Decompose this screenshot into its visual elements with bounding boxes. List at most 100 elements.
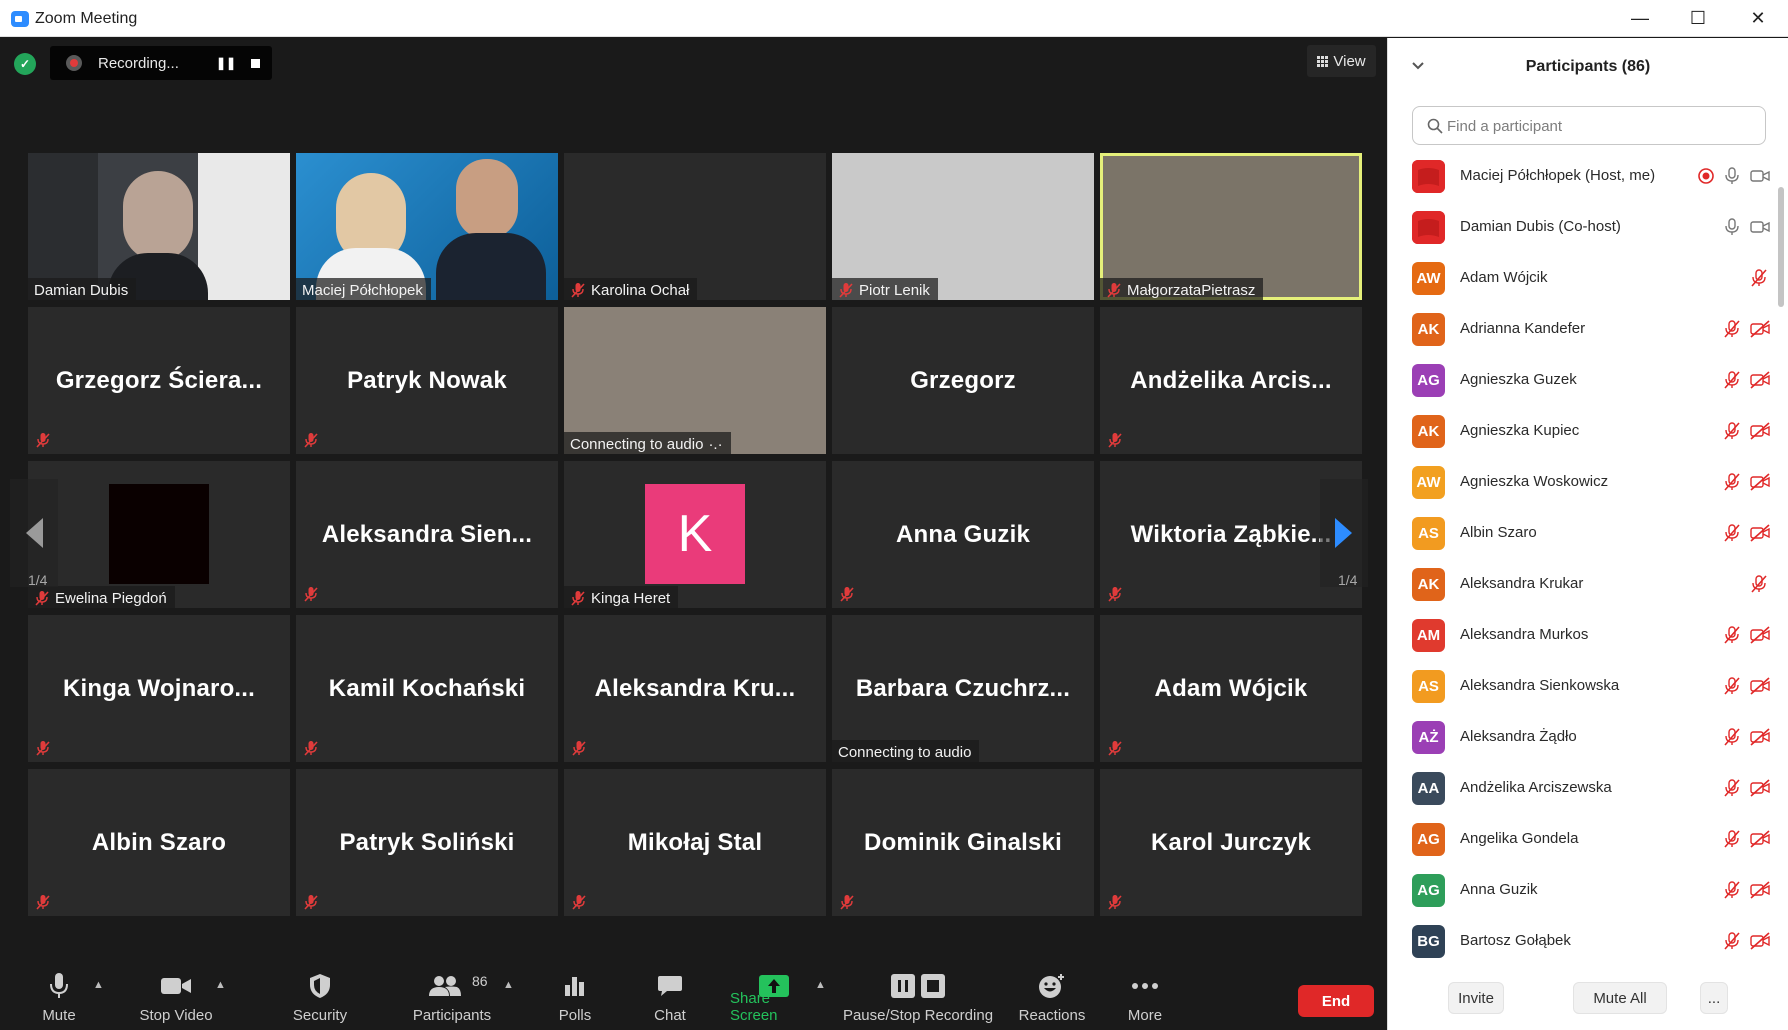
stop-recording-icon[interactable]	[246, 54, 266, 72]
participant-tile[interactable]: Adam Wójcik	[1100, 615, 1362, 762]
participant-tile[interactable]: Dominik Ginalski	[832, 769, 1094, 916]
participant-row[interactable]: AG Agnieszka Guzek	[1388, 355, 1778, 406]
microphone-muted-icon[interactable]	[1723, 881, 1741, 899]
participant-tile[interactable]: Andżelika Arcis...	[1100, 307, 1362, 454]
reactions-button[interactable]: Reactions	[1012, 967, 1092, 1030]
participant-row[interactable]: AK Adrianna Kandefer	[1388, 304, 1778, 355]
next-page-button[interactable]	[1320, 479, 1368, 587]
video-off-icon[interactable]	[1750, 881, 1770, 899]
video-off-icon[interactable]	[1750, 320, 1770, 338]
participant-search[interactable]	[1412, 106, 1766, 145]
participant-row[interactable]: AG Angelika Gondela	[1388, 814, 1778, 865]
microphone-icon[interactable]	[1723, 218, 1741, 236]
microphone-icon[interactable]	[1723, 167, 1741, 185]
more-button[interactable]: More	[1110, 967, 1180, 1030]
video-camera-icon[interactable]	[1750, 218, 1770, 236]
participants-button[interactable]: 86 Participants	[400, 967, 504, 1030]
encryption-shield-icon[interactable]: ✓	[14, 53, 36, 75]
participant-row[interactable]: AM Aleksandra Murkos	[1388, 610, 1778, 661]
video-off-icon[interactable]	[1750, 728, 1770, 746]
participant-tile[interactable]: Karol Jurczyk	[1100, 769, 1362, 916]
participant-row[interactable]: BG Bartosz Gołąbek	[1388, 916, 1778, 961]
participant-tile[interactable]: Patryk Nowak	[296, 307, 558, 454]
microphone-muted-icon[interactable]	[1723, 728, 1741, 746]
participant-tile[interactable]: Aleksandra Sien...	[296, 461, 558, 608]
participant-tile[interactable]: Aleksandra Kru...	[564, 615, 826, 762]
audio-options-caret-icon[interactable]: ▲	[93, 979, 104, 991]
participant-tile[interactable]: Karolina Ochał	[564, 153, 826, 300]
scrollbar-thumb[interactable]	[1778, 187, 1784, 307]
video-off-icon[interactable]	[1750, 932, 1770, 950]
close-button[interactable]: ✕	[1728, 0, 1788, 37]
pause-recording-icon[interactable]: ❚❚	[216, 54, 236, 72]
view-button[interactable]: View	[1307, 45, 1376, 77]
mute-button[interactable]: Mute	[20, 967, 98, 1030]
participant-tile[interactable]: Patryk Soliński	[296, 769, 558, 916]
microphone-muted-icon[interactable]	[1723, 473, 1741, 491]
participant-tile[interactable]: K Kinga Heret	[564, 461, 826, 608]
participant-row[interactable]: AA Andżelika Arciszewska	[1388, 763, 1778, 814]
participant-row[interactable]: AŻ Aleksandra Żądło	[1388, 712, 1778, 763]
microphone-muted-icon[interactable]	[1750, 575, 1768, 593]
microphone-muted-icon[interactable]	[1723, 371, 1741, 389]
share-options-caret-icon[interactable]: ▲	[815, 979, 826, 991]
participant-tile[interactable]: Grzegorz Ściera...	[28, 307, 290, 454]
video-off-icon[interactable]	[1750, 779, 1770, 797]
share-screen-button[interactable]: Share Screen	[730, 967, 818, 1030]
participant-row[interactable]: AS Aleksandra Sienkowska	[1388, 661, 1778, 712]
participant-tile[interactable]: Kinga Wojnaro...	[28, 615, 290, 762]
invite-button[interactable]: Invite	[1448, 982, 1504, 1014]
video-off-icon[interactable]	[1750, 524, 1770, 542]
participant-row[interactable]: AW Adam Wójcik	[1388, 253, 1778, 304]
maximize-button[interactable]: ☐	[1668, 0, 1728, 37]
participant-tile[interactable]: Albin Szaro	[28, 769, 290, 916]
recording-icon[interactable]	[1697, 167, 1715, 185]
participant-tile[interactable]: Anna Guzik	[832, 461, 1094, 608]
microphone-muted-icon[interactable]	[1750, 269, 1768, 287]
participant-tile[interactable]: Piotr Lenik	[832, 153, 1094, 300]
video-off-icon[interactable]	[1750, 677, 1770, 695]
microphone-muted-icon[interactable]	[1723, 677, 1741, 695]
video-off-icon[interactable]	[1750, 626, 1770, 644]
participant-row[interactable]: AW Agnieszka Woskowicz	[1388, 457, 1778, 508]
search-input[interactable]	[1447, 115, 1747, 137]
security-button[interactable]: Security	[280, 967, 360, 1030]
participants-scrollbar[interactable]	[1777, 151, 1785, 961]
microphone-muted-icon[interactable]	[1723, 932, 1741, 950]
participant-row[interactable]: Maciej Półchłopek (Host, me)	[1388, 151, 1778, 202]
participant-tile[interactable]: Mikołaj Stal	[564, 769, 826, 916]
participant-row[interactable]: Damian Dubis (Co-host)	[1388, 202, 1778, 253]
microphone-muted-icon[interactable]	[1723, 779, 1741, 797]
participant-tile[interactable]: Grzegorz	[832, 307, 1094, 454]
previous-page-button[interactable]	[10, 479, 58, 587]
microphone-muted-icon[interactable]	[1723, 320, 1741, 338]
polls-button[interactable]: Polls	[545, 967, 605, 1030]
participant-tile[interactable]: Maciej Półchłopek	[296, 153, 558, 300]
microphone-muted-icon[interactable]	[1723, 422, 1741, 440]
video-camera-icon[interactable]	[1750, 167, 1770, 185]
video-off-icon[interactable]	[1750, 473, 1770, 491]
participant-tile[interactable]: Connecting to audio ·.·	[564, 307, 826, 454]
minimize-button[interactable]: —	[1610, 0, 1670, 37]
participant-tile[interactable]: Kamil Kochański	[296, 615, 558, 762]
video-off-icon[interactable]	[1750, 830, 1770, 848]
chat-button[interactable]: Chat	[640, 967, 700, 1030]
stop-video-button[interactable]: Stop Video	[128, 967, 224, 1030]
participant-tile[interactable]: MałgorzataPietrasz	[1100, 153, 1362, 300]
participant-row[interactable]: AG Anna Guzik	[1388, 865, 1778, 916]
video-options-caret-icon[interactable]: ▲	[215, 979, 226, 991]
video-off-icon[interactable]	[1750, 371, 1770, 389]
participant-row[interactable]: AK Aleksandra Krukar	[1388, 559, 1778, 610]
microphone-muted-icon[interactable]	[1723, 830, 1741, 848]
participant-row[interactable]: AK Agnieszka Kupiec	[1388, 406, 1778, 457]
pause-stop-recording-button[interactable]: Pause/Stop Recording	[842, 967, 994, 1030]
participant-tile[interactable]: Damian Dubis	[28, 153, 290, 300]
video-off-icon[interactable]	[1750, 422, 1770, 440]
participants-options-caret-icon[interactable]: ▲	[503, 979, 514, 991]
mute-all-button[interactable]: Mute All	[1573, 982, 1667, 1014]
participant-tile[interactable]: Barbara Czuchrz... Connecting to audio	[832, 615, 1094, 762]
participant-tile[interactable]: Ewelina Piegdoń	[28, 461, 290, 608]
microphone-muted-icon[interactable]	[1723, 524, 1741, 542]
participant-row[interactable]: AS Albin Szaro	[1388, 508, 1778, 559]
end-meeting-button[interactable]: End	[1298, 985, 1374, 1017]
